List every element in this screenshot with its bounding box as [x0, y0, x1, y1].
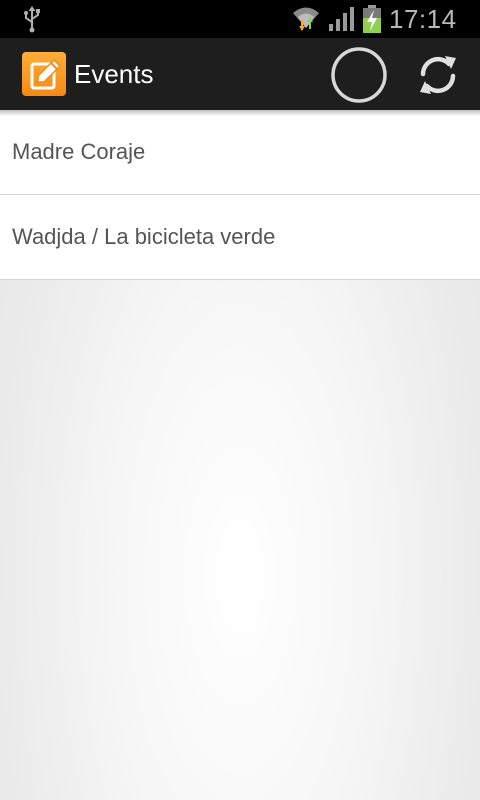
refresh-icon[interactable] — [412, 50, 464, 100]
app-logo[interactable] — [22, 52, 66, 96]
battery-charging-icon — [363, 5, 381, 33]
action-bar: Events — [0, 38, 480, 111]
list-item[interactable]: Madre Coraje — [0, 110, 480, 195]
signal-icon — [329, 7, 354, 31]
event-label: Wadjda / La bicicleta verde — [12, 224, 276, 249]
event-label: Madre Coraje — [12, 139, 146, 164]
progress-spinner-icon — [331, 47, 387, 103]
usb-icon — [24, 6, 40, 33]
status-bar: 17:14 — [0, 0, 480, 38]
wifi-icon — [293, 7, 319, 31]
event-list: Madre Coraje Wadjda / La bicicleta verde — [0, 110, 480, 280]
status-clock: 17:14 — [389, 4, 457, 34]
pencil-icon — [30, 58, 62, 90]
page-title: Events — [74, 59, 154, 89]
list-item[interactable]: Wadjda / La bicicleta verde — [0, 195, 480, 280]
